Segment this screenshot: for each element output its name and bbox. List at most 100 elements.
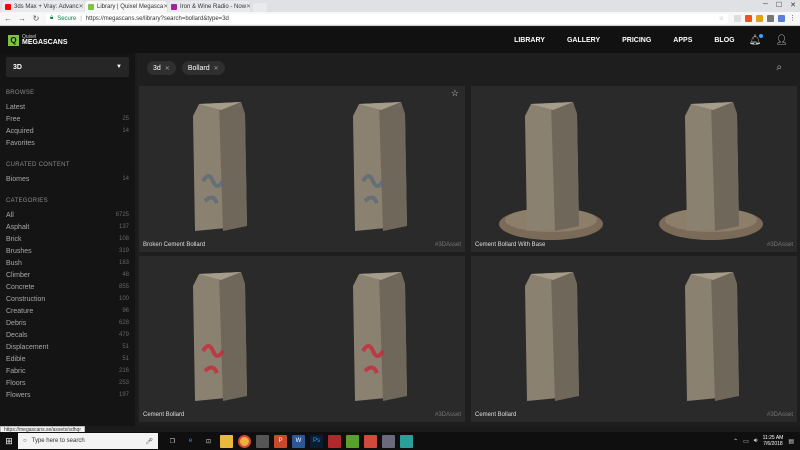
category-item-climber[interactable]: Climber 48: [0, 269, 135, 281]
extension-icon[interactable]: [756, 15, 763, 22]
browser-tab-0[interactable]: 3ds Max + Vray: Advanc ✕: [2, 1, 84, 12]
sidebar-item-free[interactable]: Free 25: [0, 113, 135, 125]
windows-taskbar: ⊞ ○ Type here to search 🎤︎ ❐ e ⊡ P W Ps …: [0, 432, 800, 450]
minimize-icon[interactable]: ─: [763, 1, 768, 9]
sidebar-item-count: 197: [118, 392, 129, 398]
nav-pricing[interactable]: PRICING: [622, 37, 651, 44]
category-item-displacement[interactable]: Displacement 51: [0, 341, 135, 353]
asset-card[interactable]: Cement Bollard With Base #3DAsset: [471, 86, 797, 252]
sidebar: 3D ▼ BROWSE Latest Free 25 Acquired 14 Favori…: [0, 53, 135, 426]
filter-chip-bollard[interactable]: Bollard ✕: [181, 61, 225, 75]
browser-tab-2[interactable]: Iron & Wine Radio - Now ✕: [168, 1, 250, 12]
chrome-icon[interactable]: [238, 434, 251, 448]
menu-dots-icon[interactable]: ⋮: [789, 15, 796, 22]
nav-library[interactable]: LIBRARY: [514, 37, 545, 44]
category-item-flowers[interactable]: Flowers 197: [0, 389, 135, 401]
windows-start-icon[interactable]: ⊞: [0, 432, 18, 450]
tab-title: Library | Quixel Megasca: [97, 3, 164, 10]
sidebar-item-count: 253: [118, 380, 129, 386]
taskbar-search-box[interactable]: ○ Type here to search 🎤︎: [18, 433, 158, 449]
clock[interactable]: 11:25 AM 7/6/2018: [763, 435, 784, 447]
sidebar-item-count: 855: [118, 284, 129, 290]
volume-icon[interactable]: 🔊︎: [754, 438, 758, 445]
app-icon[interactable]: [346, 434, 359, 448]
category-item-creature[interactable]: Creature 96: [0, 305, 135, 317]
extension-icon[interactable]: [734, 15, 741, 22]
task-view-icon[interactable]: ❐: [166, 435, 179, 448]
app-icon[interactable]: [364, 434, 377, 448]
remove-chip-icon[interactable]: ✕: [214, 65, 219, 72]
category-item-asphalt[interactable]: Asphalt 137: [0, 221, 135, 233]
app-icon[interactable]: [382, 434, 395, 448]
nav-blog[interactable]: BLOG: [714, 37, 734, 44]
category-item-fabric[interactable]: Fabric 216: [0, 365, 135, 377]
nav-gallery[interactable]: GALLERY: [567, 37, 600, 44]
sidebar-item-latest[interactable]: Latest: [0, 101, 135, 113]
category-item-construction[interactable]: Construction 100: [0, 293, 135, 305]
sidebar-item-favorites[interactable]: Favorites: [0, 137, 135, 149]
browser-tab-1[interactable]: Library | Quixel Megasca ✕: [85, 1, 167, 12]
search-bar[interactable]: 3d ✕ Bollard ✕ ⌕: [137, 53, 800, 83]
sidebar-item-acquired[interactable]: Acquired 14: [0, 125, 135, 137]
new-tab-button[interactable]: [253, 3, 267, 12]
file-explorer-icon[interactable]: [220, 434, 233, 448]
categories-heading: CATEGORIES: [6, 198, 48, 204]
category-item-brushes[interactable]: Brushes 319: [0, 245, 135, 257]
app-icon[interactable]: [328, 434, 341, 448]
sidebar-item-count: 137: [118, 224, 129, 230]
asset-name: Broken Cement Bollard: [143, 242, 206, 248]
extension-icon[interactable]: [745, 15, 752, 22]
sidebar-item-count: 479: [118, 332, 129, 338]
store-icon[interactable]: ⊡: [202, 435, 215, 448]
category-item-decals[interactable]: Decals 479: [0, 329, 135, 341]
action-center-icon[interactable]: ▤: [788, 438, 794, 445]
close-window-icon[interactable]: ✕: [790, 1, 796, 9]
network-icon[interactable]: ▭: [743, 438, 749, 445]
logo-big-text: MEGASCANS: [22, 39, 68, 46]
app-icon[interactable]: [400, 434, 413, 448]
url-field[interactable]: 🔒︎ Secure | https://megascans.se/library…: [46, 13, 728, 24]
close-tab-icon[interactable]: ✕: [79, 3, 84, 10]
edge-icon[interactable]: e: [184, 435, 197, 448]
powerpoint-icon[interactable]: P: [274, 434, 287, 448]
category-item-floors[interactable]: Floors 253: [0, 377, 135, 389]
app-icon[interactable]: [256, 434, 269, 448]
sidebar-item-label: Latest: [6, 103, 26, 111]
sidebar-item-count: 51: [122, 356, 129, 362]
photoshop-icon[interactable]: Ps: [310, 434, 323, 448]
category-item-brick[interactable]: Brick 108: [0, 233, 135, 245]
close-tab-icon[interactable]: ✕: [246, 3, 250, 10]
remove-chip-icon[interactable]: ✕: [165, 65, 170, 72]
reload-icon[interactable]: ↻: [32, 14, 40, 23]
search-icon[interactable]: ⌕: [776, 62, 782, 73]
asset-type-select[interactable]: 3D ▼: [6, 57, 129, 77]
maximize-icon[interactable]: ☐: [776, 1, 782, 9]
people-icon[interactable]: ⌃: [733, 438, 738, 445]
word-icon[interactable]: W: [292, 434, 305, 448]
bookmark-star-icon[interactable]: ☆: [719, 15, 724, 22]
forward-arrow-icon[interactable]: →: [18, 14, 26, 23]
quixel-favicon-icon: [88, 3, 94, 10]
sidebar-item-biomes[interactable]: Biomes 14: [0, 173, 135, 185]
notifications-bell-icon[interactable]: 🔔︎: [749, 33, 764, 46]
nav-apps[interactable]: APPS: [673, 37, 692, 44]
category-item-concrete[interactable]: Concrete 855: [0, 281, 135, 293]
close-tab-icon[interactable]: ✕: [163, 3, 167, 10]
category-item-debris[interactable]: Debris 628: [0, 317, 135, 329]
asset-card[interactable]: Cement Bollard #3DAsset: [139, 256, 465, 422]
category-item-all[interactable]: All 6725: [0, 209, 135, 221]
filter-chip-3d[interactable]: 3d ✕: [147, 61, 176, 75]
sidebar-item-label: Brick: [6, 235, 22, 243]
asset-card[interactable]: ☆ Broken Cement Bollard #3DAsset: [139, 86, 465, 252]
extension-icon[interactable]: [778, 15, 785, 22]
favorite-star-icon[interactable]: ☆: [451, 88, 459, 99]
category-item-bush[interactable]: Bush 183: [0, 257, 135, 269]
back-arrow-icon[interactable]: ←: [4, 14, 12, 23]
microphone-icon[interactable]: 🎤︎: [145, 438, 153, 445]
megascans-logo[interactable]: Q Quixel MEGASCANS: [8, 34, 68, 46]
category-item-edible[interactable]: Edible 51: [0, 353, 135, 365]
extension-icon[interactable]: [767, 15, 774, 22]
asset-card[interactable]: Cement Bollard #3DAsset: [471, 256, 797, 422]
user-account-icon[interactable]: 👤︎: [775, 35, 788, 46]
sidebar-item-count: 319: [118, 248, 129, 254]
